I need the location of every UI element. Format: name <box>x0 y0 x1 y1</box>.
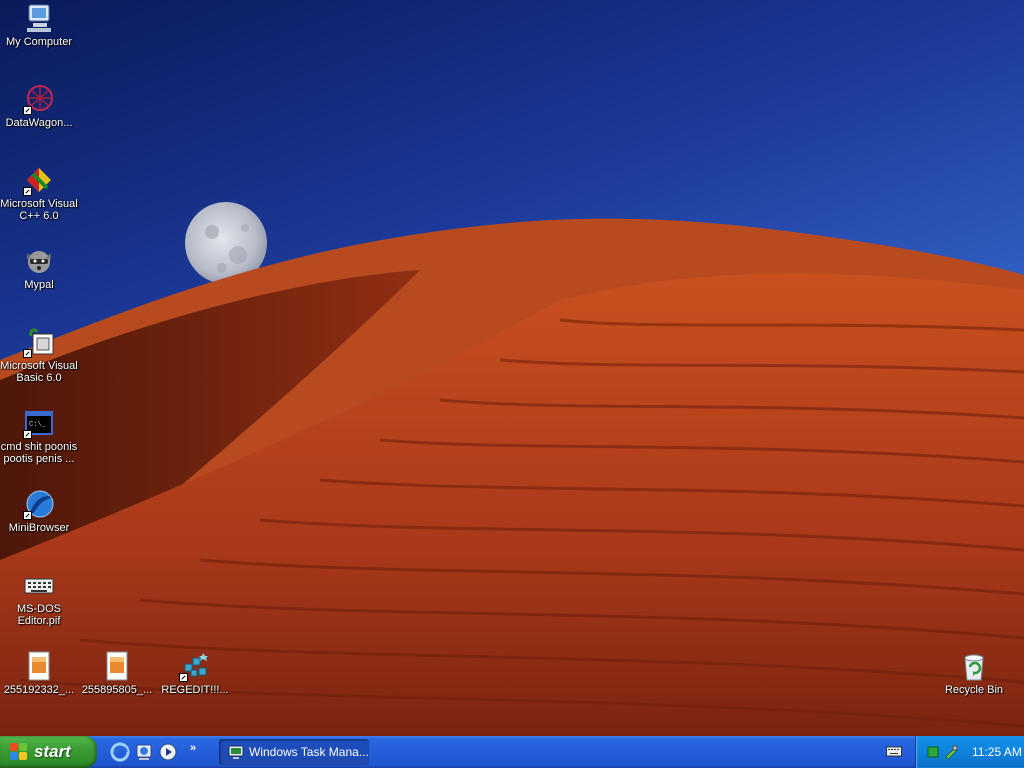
datawagon-icon <box>23 83 55 115</box>
desktop-icon-visual-basic[interactable]: Microsoft Visual Basic 6.0 <box>0 326 78 384</box>
desktop-icon-cmd[interactable]: C:\_ cmd shit poonis pootis penis ... <box>0 407 78 465</box>
desktop-icon-image-1[interactable]: 255192332_... <box>0 650 78 696</box>
shortcut-arrow-icon <box>23 430 32 439</box>
shortcut-arrow-icon <box>23 511 32 520</box>
windows-logo-icon <box>10 743 28 761</box>
start-button[interactable]: start <box>0 736 97 768</box>
visual-cpp-icon <box>23 164 55 196</box>
icon-label: cmd shit poonis pootis penis ... <box>0 441 78 465</box>
icon-label: My Computer <box>5 36 73 48</box>
task-manager-icon <box>228 745 244 759</box>
icon-label: 255895805_... <box>81 684 153 696</box>
desktop-icon-regedit[interactable]: REGEDIT!!!... <box>156 650 234 696</box>
icon-label: Microsoft Visual C++ 6.0 <box>0 198 78 222</box>
icon-label: MiniBrowser <box>8 522 70 534</box>
show-desktop-icon[interactable] <box>134 742 154 762</box>
svg-text:C:\_: C:\_ <box>29 421 47 429</box>
image-file-icon <box>101 650 133 682</box>
icon-label: MS-DOS Editor.pif <box>17 603 61 627</box>
visual-basic-icon <box>23 326 55 358</box>
desktop-icon-image-2[interactable]: 255895805_... <box>78 650 156 696</box>
cmd-icon: C:\_ <box>23 407 55 439</box>
icon-label: DataWagon... <box>5 117 73 129</box>
regedit-icon <box>179 650 211 682</box>
icon-label: Mypal <box>24 279 54 291</box>
minibrowser-icon <box>23 488 55 520</box>
quick-launch-bar <box>110 742 178 764</box>
desktop-icon-recycle-bin[interactable]: Recycle Bin <box>935 650 1013 696</box>
desktop-icon-mypal[interactable]: Mypal <box>0 245 78 291</box>
system-tray: 11:25 AM <box>915 736 1024 768</box>
image-file-icon <box>23 650 55 682</box>
wallpaper <box>0 202 1024 736</box>
desktop-icon-datawagon[interactable]: DataWagon... <box>0 83 78 129</box>
desktop[interactable]: My Computer DataWagon... Microsoft Visua… <box>0 0 1024 736</box>
shortcut-arrow-icon <box>23 106 32 115</box>
shortcut-arrow-icon <box>23 187 32 196</box>
icon-label: Microsoft Visual Basic 6.0 <box>0 360 78 384</box>
shortcut-arrow-icon <box>179 673 188 682</box>
icon-label: REGEDIT!!!... <box>161 684 229 696</box>
desktop-icon-visual-cpp[interactable]: Microsoft Visual C++ 6.0 <box>0 164 78 222</box>
quick-launch-overflow-button[interactable]: » <box>190 742 196 754</box>
desktop-icon-minibrowser[interactable]: MiniBrowser <box>0 488 78 534</box>
icon-label: Recycle Bin <box>944 684 1004 696</box>
taskbar: start » Windows Task Mana... 11:25 AM <box>0 736 1024 768</box>
clock[interactable]: 11:25 AM <box>972 745 1022 759</box>
media-player-icon[interactable] <box>158 742 178 762</box>
desktop-icon-msdos-editor[interactable]: MS-DOS Editor.pif <box>0 569 78 627</box>
my-computer-icon <box>23 2 55 34</box>
safely-remove-hardware-icon[interactable] <box>944 745 958 760</box>
mypal-raccoon-icon <box>23 245 55 277</box>
network-icon[interactable] <box>926 745 940 759</box>
recycle-bin-icon <box>958 650 990 682</box>
task-button-label: Windows Task Mana... <box>249 745 369 759</box>
ie-swirl-icon[interactable] <box>110 742 130 762</box>
shortcut-arrow-icon <box>23 349 32 358</box>
icon-label: 255192332_... <box>3 684 75 696</box>
keyboard-icon <box>23 569 55 601</box>
task-button-task-manager[interactable]: Windows Task Mana... <box>219 739 369 765</box>
keyboard-layout-icon[interactable] <box>886 745 902 757</box>
start-label: start <box>34 742 71 761</box>
desktop-icon-my-computer[interactable]: My Computer <box>0 2 78 48</box>
